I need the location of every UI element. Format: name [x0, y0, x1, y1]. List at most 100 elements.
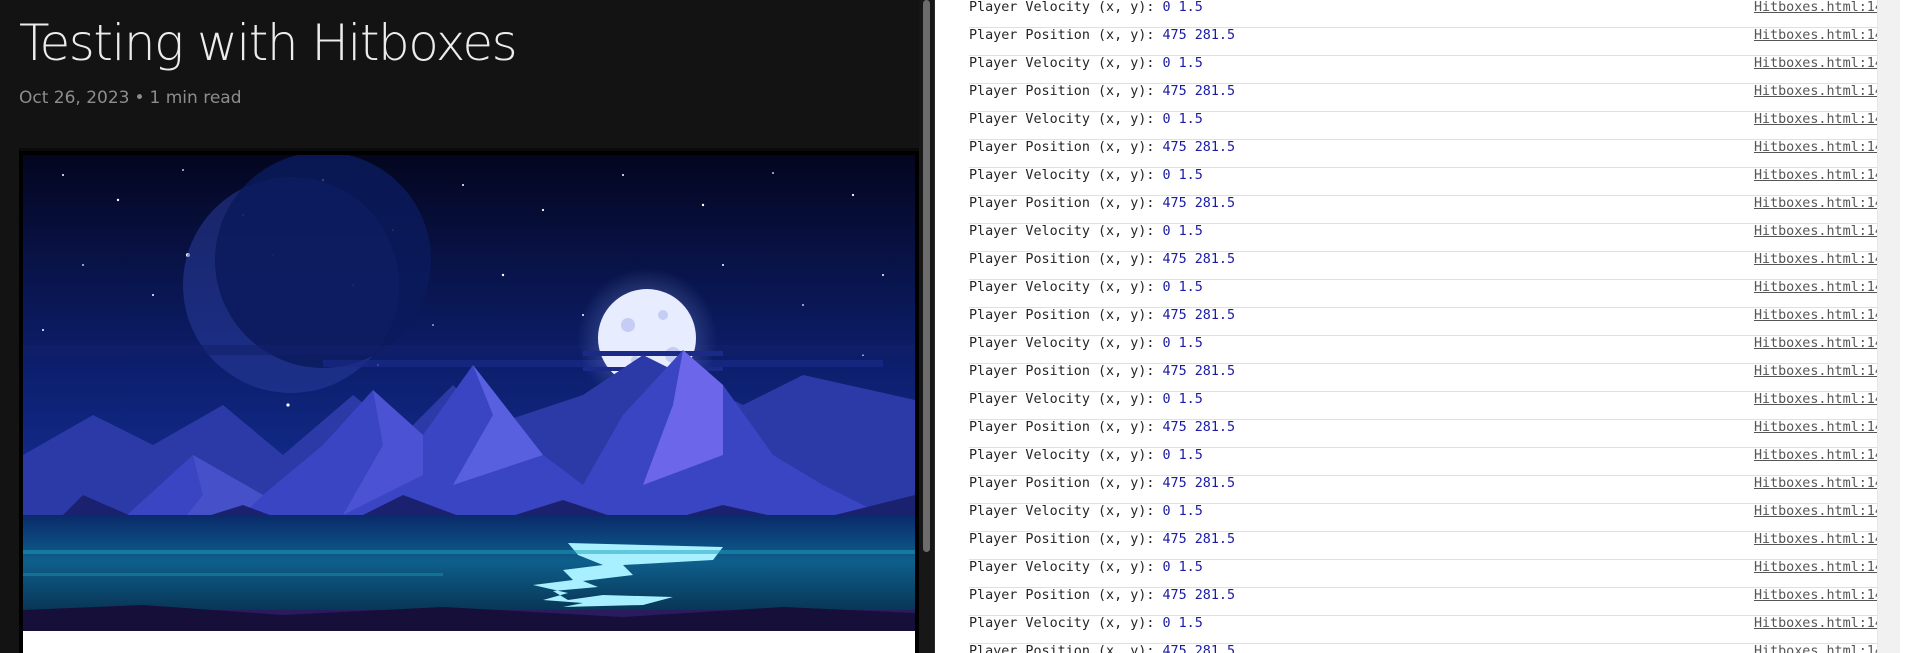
console-log-row: Player Position (x, y): 475 281.5 Hitboxe…: [969, 308, 1896, 336]
console-log-row: Player Velocity (x, y): 0 1.5 Hitboxes.ht…: [969, 224, 1896, 252]
log-message: Player Velocity (x, y): 0 1.5: [969, 390, 1203, 410]
log-source-link[interactable]: Hitboxes.html:142: [1754, 26, 1891, 46]
log-label: Player Position (x, y):: [969, 84, 1155, 99]
console-log-row: Player Position (x, y): 475 281.5 Hitboxe…: [969, 28, 1896, 56]
console-log-row: Player Position (x, y): 475 281.5 Hitboxe…: [969, 644, 1896, 653]
log-source-link[interactable]: Hitboxes.html:142: [1754, 138, 1891, 158]
log-source-link[interactable]: Hitboxes.html:143: [1754, 278, 1891, 298]
log-source-link[interactable]: Hitboxes.html:143: [1754, 222, 1891, 242]
console-log-row: Player Velocity (x, y): 0 1.5 Hitboxes.ht…: [969, 504, 1896, 532]
log-source-link[interactable]: Hitboxes.html:142: [1754, 250, 1891, 270]
log-message: Player Velocity (x, y): 0 1.5: [969, 222, 1203, 242]
console-log: Player Velocity (x, y): 0 1.5 Hitboxes.ht…: [969, 0, 1896, 653]
log-message: Player Velocity (x, y): 0 1.5: [969, 54, 1203, 74]
console-log-row: Player Velocity (x, y): 0 1.5 Hitboxes.ht…: [969, 448, 1896, 476]
log-value: 0 1.5: [1162, 504, 1203, 519]
log-message: Player Velocity (x, y): 0 1.5: [969, 614, 1203, 634]
console-log-row: Player Velocity (x, y): 0 1.5 Hitboxes.ht…: [969, 0, 1896, 28]
log-label: Player Position (x, y):: [969, 364, 1155, 379]
log-source-link[interactable]: Hitboxes.html:142: [1754, 306, 1891, 326]
console-log-row: Player Position (x, y): 475 281.5 Hitboxe…: [969, 420, 1896, 448]
log-source-link[interactable]: Hitboxes.html:143: [1754, 334, 1891, 354]
log-message: Player Velocity (x, y): 0 1.5: [969, 0, 1203, 18]
read-time: 1 min read: [149, 88, 242, 108]
log-message: Player Position (x, y): 475 281.5: [969, 82, 1235, 102]
console-log-row: Player Position (x, y): 475 281.5 Hitboxe…: [969, 196, 1896, 224]
image-caption-area: [23, 631, 915, 653]
log-value: 475 281.5: [1162, 420, 1236, 435]
log-value: 475 281.5: [1162, 252, 1236, 267]
post-date: Oct 26, 2023: [19, 88, 130, 108]
console-log-row: Player Velocity (x, y): 0 1.5 Hitboxes.ht…: [969, 56, 1896, 84]
log-source-link[interactable]: Hitboxes.html:143: [1754, 0, 1891, 18]
log-source-link[interactable]: Hitboxes.html:142: [1754, 362, 1891, 382]
log-label: Player Position (x, y):: [969, 644, 1155, 653]
console-log-row: Player Velocity (x, y): 0 1.5 Hitboxes.ht…: [969, 280, 1896, 308]
log-message: Player Position (x, y): 475 281.5: [969, 138, 1235, 158]
blog-scrollbar[interactable]: [919, 0, 934, 653]
log-label: Player Velocity (x, y):: [969, 224, 1155, 239]
console-log-row: Player Velocity (x, y): 0 1.5 Hitboxes.ht…: [969, 560, 1896, 588]
log-label: Player Position (x, y):: [969, 28, 1155, 43]
log-source-link[interactable]: Hitboxes.html:142: [1754, 194, 1891, 214]
log-message: Player Position (x, y): 475 281.5: [969, 250, 1235, 270]
log-source-link[interactable]: Hitboxes.html:142: [1754, 474, 1891, 494]
log-value: 475 281.5: [1162, 588, 1236, 603]
log-value: 475 281.5: [1162, 84, 1236, 99]
log-source-link[interactable]: Hitboxes.html:143: [1754, 446, 1891, 466]
log-source-link[interactable]: Hitboxes.html:142: [1754, 82, 1891, 102]
log-label: Player Velocity (x, y):: [969, 392, 1155, 407]
log-label: Player Velocity (x, y):: [969, 0, 1155, 15]
console-log-row: Player Position (x, y): 475 281.5 Hitboxe…: [969, 364, 1896, 392]
log-label: Player Position (x, y):: [969, 476, 1155, 491]
console-scrollbar-track[interactable]: [1877, 0, 1900, 653]
log-label: Player Velocity (x, y):: [969, 280, 1155, 295]
log-label: Player Velocity (x, y):: [969, 616, 1155, 631]
log-label: Player Position (x, y):: [969, 588, 1155, 603]
blog-scrollbar-thumb[interactable]: [923, 0, 930, 552]
log-source-link[interactable]: Hitboxes.html:143: [1754, 502, 1891, 522]
log-source-link[interactable]: Hitboxes.html:143: [1754, 614, 1891, 634]
log-message: Player Position (x, y): 475 281.5: [969, 642, 1235, 653]
log-label: Player Velocity (x, y):: [969, 56, 1155, 71]
log-label: Player Velocity (x, y):: [969, 560, 1155, 575]
console-log-row: Player Velocity (x, y): 0 1.5 Hitboxes.ht…: [969, 616, 1896, 644]
log-value: 475 281.5: [1162, 364, 1236, 379]
post-title: Testing with Hitboxes: [19, 14, 518, 72]
log-source-link[interactable]: Hitboxes.html:143: [1754, 110, 1891, 130]
console-pane: Player Velocity (x, y): 0 1.5 Hitboxes.ht…: [935, 0, 1900, 653]
log-value: 0 1.5: [1162, 280, 1203, 295]
meta-separator: •: [134, 88, 145, 108]
log-value: 0 1.5: [1162, 0, 1203, 15]
log-value: 0 1.5: [1162, 112, 1203, 127]
log-source-link[interactable]: Hitboxes.html:142: [1754, 530, 1891, 550]
console-log-row: Player Position (x, y): 475 281.5 Hitboxe…: [969, 84, 1896, 112]
log-value: 0 1.5: [1162, 168, 1203, 183]
log-source-link[interactable]: Hitboxes.html:143: [1754, 390, 1891, 410]
log-message: Player Velocity (x, y): 0 1.5: [969, 278, 1203, 298]
log-value: 475 281.5: [1162, 196, 1236, 211]
log-value: 0 1.5: [1162, 224, 1203, 239]
log-value: 0 1.5: [1162, 448, 1203, 463]
post-meta: Oct 26, 2023 • 1 min read: [19, 88, 242, 108]
log-message: Player Velocity (x, y): 0 1.5: [969, 166, 1203, 186]
log-message: Player Position (x, y): 475 281.5: [969, 362, 1235, 382]
console-log-row: Player Position (x, y): 475 281.5 Hitboxe…: [969, 140, 1896, 168]
hero-image-frame: [19, 148, 919, 653]
log-value: 475 281.5: [1162, 532, 1236, 547]
log-source-link[interactable]: Hitboxes.html:143: [1754, 54, 1891, 74]
log-source-link[interactable]: Hitboxes.html:142: [1754, 642, 1891, 653]
log-message: Player Position (x, y): 475 281.5: [969, 418, 1235, 438]
log-value: 475 281.5: [1162, 28, 1236, 43]
log-source-link[interactable]: Hitboxes.html:142: [1754, 418, 1891, 438]
log-label: Player Position (x, y):: [969, 308, 1155, 323]
console-log-row: Player Position (x, y): 475 281.5 Hitboxe…: [969, 588, 1896, 616]
log-source-link[interactable]: Hitboxes.html:142: [1754, 586, 1891, 606]
log-source-link[interactable]: Hitboxes.html:143: [1754, 558, 1891, 578]
log-label: Player Position (x, y):: [969, 140, 1155, 155]
log-message: Player Velocity (x, y): 0 1.5: [969, 334, 1203, 354]
log-source-link[interactable]: Hitboxes.html:143: [1754, 166, 1891, 186]
log-value: 0 1.5: [1162, 336, 1203, 351]
log-label: Player Velocity (x, y):: [969, 168, 1155, 183]
log-message: Player Position (x, y): 475 281.5: [969, 474, 1235, 494]
